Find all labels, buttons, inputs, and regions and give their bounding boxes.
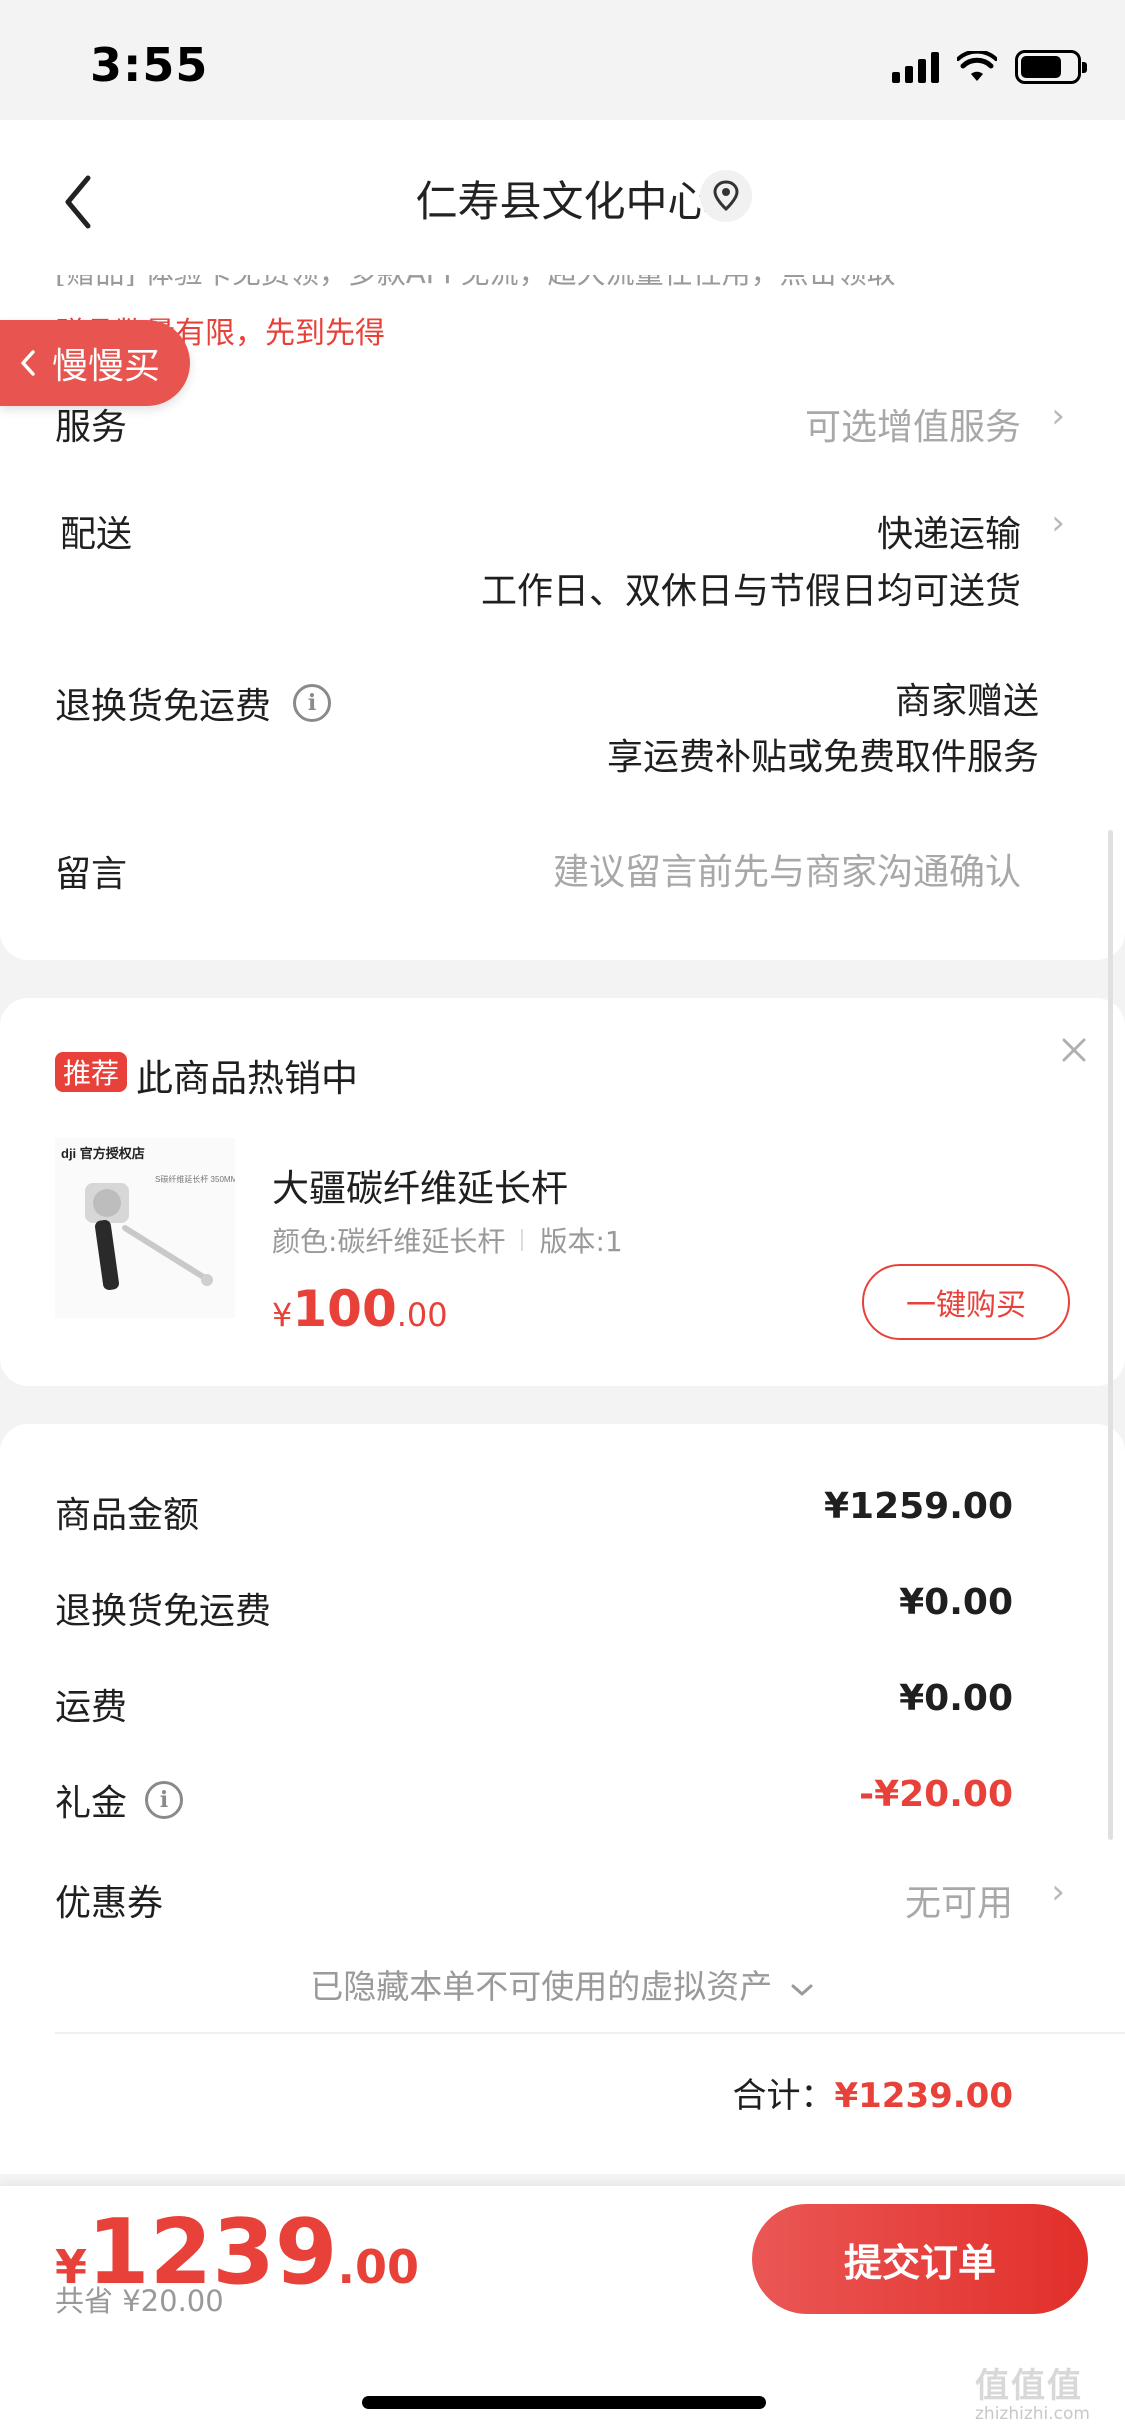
service-label: 服务 [55, 407, 128, 448]
goods-amount-label: 商品金额 [55, 1486, 199, 1538]
message-input[interactable]: 建议留言前先与商家沟通确认 [553, 843, 1021, 895]
image-caption: S碳纤维延长杆 350MM [155, 1174, 235, 1184]
price-symbol: ¥ [272, 1296, 293, 1334]
slow-buy-label: 慢慢买 [52, 346, 161, 387]
return-shipping-value: 商家赠送 [894, 681, 1039, 722]
return-fee-value: ¥0.00 [899, 1582, 1013, 1623]
coupon-chevron-icon[interactable]: › [1051, 1872, 1065, 1912]
product-spec: 颜色:碳纤维延长杆 版本:1 [272, 1220, 623, 1260]
return-fee-label: 退换货免运费 [55, 1582, 271, 1634]
wifi-icon [957, 51, 997, 81]
shipping-fee-label: 运费 [55, 1678, 127, 1730]
product-name[interactable]: 大疆碳纤维延长杆 [272, 1158, 568, 1212]
return-fee-text: 退换货免运费 [55, 1591, 272, 1632]
chevron-down-icon [791, 1984, 813, 1996]
home-indicator[interactable] [362, 2396, 766, 2409]
service-value[interactable]: 可选增值服务 [805, 398, 1021, 450]
shipping-fee-value: ¥0.00 [899, 1678, 1013, 1719]
product-image[interactable]: dji 官方授权店 S碳纤维延长杆 350MM [55, 1138, 238, 1318]
shipping-fee-text: 运费 [55, 1687, 128, 1728]
page-title: 仁寿县文化中心 [415, 177, 710, 226]
scrollbar[interactable] [1108, 830, 1113, 1840]
recommend-title: 此商品热销中 [136, 1057, 358, 1100]
submit-order-button[interactable]: 提交订单 [752, 2204, 1088, 2314]
extension-pole-image: dji 官方授权店 S碳纤维延长杆 350MM [61, 1146, 238, 1290]
return-shipping-text: 退换货免运费 [55, 686, 272, 727]
spec-version: 版本:1 [539, 1225, 623, 1258]
watermark-url: zhizhizhi.com [975, 2404, 1090, 2424]
message-label: 留言 [55, 854, 128, 895]
recommend-badge: 推荐 [55, 1052, 128, 1092]
slow-buy-button[interactable]: 慢慢买 [0, 320, 190, 406]
hidden-assets-text: 已隐藏本单不可使用的虚拟资产 [310, 1967, 773, 2006]
watermark: 值值值 [975, 2366, 1083, 2406]
location-icon[interactable] [700, 170, 752, 222]
price-decimal: .00 [396, 1296, 448, 1334]
gift-money-info-icon[interactable]: i [145, 1781, 184, 1819]
chevron-left-icon [21, 350, 35, 376]
total-value: ¥1239.00 [834, 2076, 1013, 2116]
spec-divider [521, 1229, 524, 1251]
gift-money-text: 礼金 [55, 1783, 128, 1824]
return-shipping-label: 退换货免运费 i [55, 677, 332, 729]
gift-money-label: 礼金 i [55, 1774, 184, 1826]
product-price: ¥ 100 .00 [272, 1280, 448, 1338]
hidden-assets-note[interactable]: 已隐藏本单不可使用的虚拟资产 [0, 1960, 1125, 2008]
info-icon[interactable]: i [293, 684, 332, 722]
service-chevron-icon[interactable]: › [1051, 396, 1065, 436]
delivery-note: 工作日、双休日与节假日均可送货 [480, 571, 1021, 612]
price-integer: 100 [292, 1280, 397, 1338]
delivery-chevron-icon[interactable]: › [1051, 503, 1065, 543]
total-row: 合计：¥1239.00 [732, 2068, 1013, 2117]
one-click-buy-button[interactable]: 一键购买 [862, 1264, 1070, 1340]
status-time: 3:55 [90, 38, 209, 92]
summary-divider [55, 2032, 1125, 2034]
saved-amount: 共省 ¥20.00 [55, 2284, 224, 2318]
signal-icon [892, 51, 939, 83]
coupon-text: 优惠券 [55, 1883, 164, 1924]
goods-amount-value: ¥1259.00 [823, 1486, 1013, 1527]
spec-color: 颜色:碳纤维延长杆 [272, 1225, 506, 1258]
goods-amount-text: 商品金额 [55, 1495, 200, 1536]
bottom-price-decimal: .00 [337, 2240, 420, 2294]
gift-money-value: -¥20.00 [859, 1774, 1013, 1815]
close-icon[interactable] [1054, 1030, 1094, 1070]
delivery-method[interactable]: 快递运输 [877, 505, 1021, 557]
status-icons [892, 50, 1087, 84]
battery-icon [1015, 50, 1087, 84]
coupon-label: 优惠券 [55, 1874, 163, 1926]
return-shipping-note: 享运费补贴或免费取件服务 [606, 737, 1039, 778]
delivery-label: 配送 [60, 514, 133, 555]
image-brand: dji 官方授权店 [61, 1146, 145, 1161]
total-label: 合计： [732, 2076, 835, 2116]
coupon-value[interactable]: 无可用 [905, 1874, 1013, 1926]
location-pin-icon [713, 180, 739, 212]
